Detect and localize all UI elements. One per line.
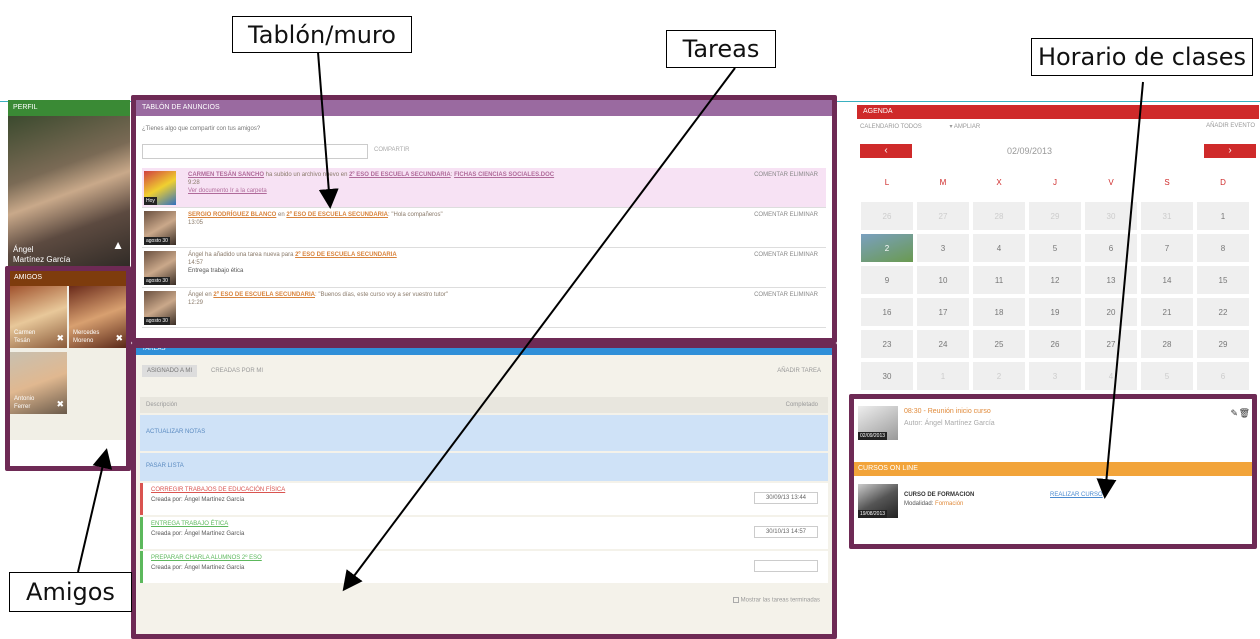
calendar-day[interactable]: 30	[1084, 201, 1138, 231]
calendar-day[interactable]: 4	[972, 233, 1026, 263]
callout-horario: Horario de clases	[1031, 38, 1253, 76]
profile-photo[interactable]: ▲ Ángel Martínez García	[8, 116, 130, 270]
calendar-day[interactable]: 8	[1196, 233, 1250, 263]
calendar-day[interactable]: 27	[1084, 329, 1138, 359]
agenda-panel: AGENDA CALENDARIO TODOS ▾ AMPLIAR AÑADIR…	[857, 105, 1259, 395]
weekday-label: M	[916, 163, 970, 200]
calendar-day[interactable]: 15	[1196, 265, 1250, 295]
calendar-day[interactable]: 21	[1140, 297, 1194, 327]
calendar-day[interactable]: 5	[1140, 361, 1194, 391]
calendar-date: 02/09/2013	[1007, 146, 1053, 156]
weekday-label: X	[972, 163, 1026, 200]
calendar-day[interactable]: 29	[1028, 201, 1082, 231]
calendar-day[interactable]: 16	[860, 297, 914, 327]
callout-amigos: Amigos	[9, 572, 132, 612]
weekday-label: S	[1140, 163, 1194, 200]
calendar-day[interactable]: 18	[972, 297, 1026, 327]
frame-tablon	[131, 95, 837, 343]
calendar-day[interactable]: 28	[972, 201, 1026, 231]
calendar-day[interactable]: 19	[1028, 297, 1082, 327]
calendar-day[interactable]: 23	[860, 329, 914, 359]
calendar-day[interactable]: 4	[1084, 361, 1138, 391]
calendar-day[interactable]: 11	[972, 265, 1026, 295]
calendar-day[interactable]: 31	[1140, 201, 1194, 231]
expand-button[interactable]: AMPLIAR	[954, 124, 980, 130]
profile-header: PERFIL	[8, 100, 130, 116]
calendar-day[interactable]: 3	[1028, 361, 1082, 391]
calendar-day[interactable]: 7	[1140, 233, 1194, 263]
agenda-header: AGENDA	[857, 105, 1259, 119]
weekday-label: J	[1028, 163, 1082, 200]
calendar-label: CALENDARIO	[860, 124, 900, 130]
frame-tareas	[131, 343, 837, 639]
frame-amigos	[5, 266, 131, 471]
prev-month-button[interactable]: ‹	[860, 144, 912, 158]
calendar-day[interactable]: 3	[916, 233, 970, 263]
calendar-day[interactable]: 30	[860, 361, 914, 391]
profile-name-last: Martínez García	[13, 255, 71, 264]
calendar-day[interactable]: 22	[1196, 297, 1250, 327]
frame-horario	[849, 394, 1257, 549]
add-event-button[interactable]: AÑADIR EVENTO	[1206, 123, 1255, 129]
calendar-day[interactable]: 1	[916, 361, 970, 391]
chevron-up-icon[interactable]: ▲	[112, 238, 124, 252]
chevron-down-icon[interactable]: ▾	[949, 124, 952, 130]
divider	[830, 101, 1260, 102]
calendar-day[interactable]: 2	[972, 361, 1026, 391]
app-root: PERFIL ▲ Ángel Martínez García AMIGOS Ca…	[0, 0, 1260, 639]
calendar-filter-select[interactable]: TODOS	[901, 124, 922, 130]
calendar-day[interactable]: 2	[860, 233, 914, 263]
calendar-day[interactable]: 14	[1140, 265, 1194, 295]
calendar-day[interactable]: 6	[1196, 361, 1250, 391]
calendar-day[interactable]: 1	[1196, 201, 1250, 231]
profile-name-first: Ángel	[13, 245, 34, 254]
calendar-day[interactable]: 5	[1028, 233, 1082, 263]
calendar-day[interactable]: 13	[1084, 265, 1138, 295]
calendar-day[interactable]: 27	[916, 201, 970, 231]
calendar-day[interactable]: 20	[1084, 297, 1138, 327]
calendar-day[interactable]: 26	[860, 201, 914, 231]
weekday-label: L	[860, 163, 914, 200]
weekday-label: D	[1196, 163, 1250, 200]
agenda-toolbar: CALENDARIO TODOS ▾ AMPLIAR	[860, 123, 980, 130]
calendar-day[interactable]: 6	[1084, 233, 1138, 263]
weekday-label: V	[1084, 163, 1138, 200]
calendar-day[interactable]: 12	[1028, 265, 1082, 295]
calendar-day[interactable]: 24	[916, 329, 970, 359]
calendar-day[interactable]: 29	[1196, 329, 1250, 359]
callout-tareas: Tareas	[666, 30, 776, 68]
next-month-button[interactable]: ›	[1204, 144, 1256, 158]
callout-tablon: Tablón/muro	[232, 16, 412, 53]
calendar-day[interactable]: 9	[860, 265, 914, 295]
calendar-day[interactable]: 26	[1028, 329, 1082, 359]
calendar-day[interactable]: 28	[1140, 329, 1194, 359]
calendar-day[interactable]: 17	[916, 297, 970, 327]
profile-panel: PERFIL ▲ Ángel Martínez García	[8, 100, 130, 270]
calendar-day[interactable]: 10	[916, 265, 970, 295]
calendar-day[interactable]: 25	[972, 329, 1026, 359]
